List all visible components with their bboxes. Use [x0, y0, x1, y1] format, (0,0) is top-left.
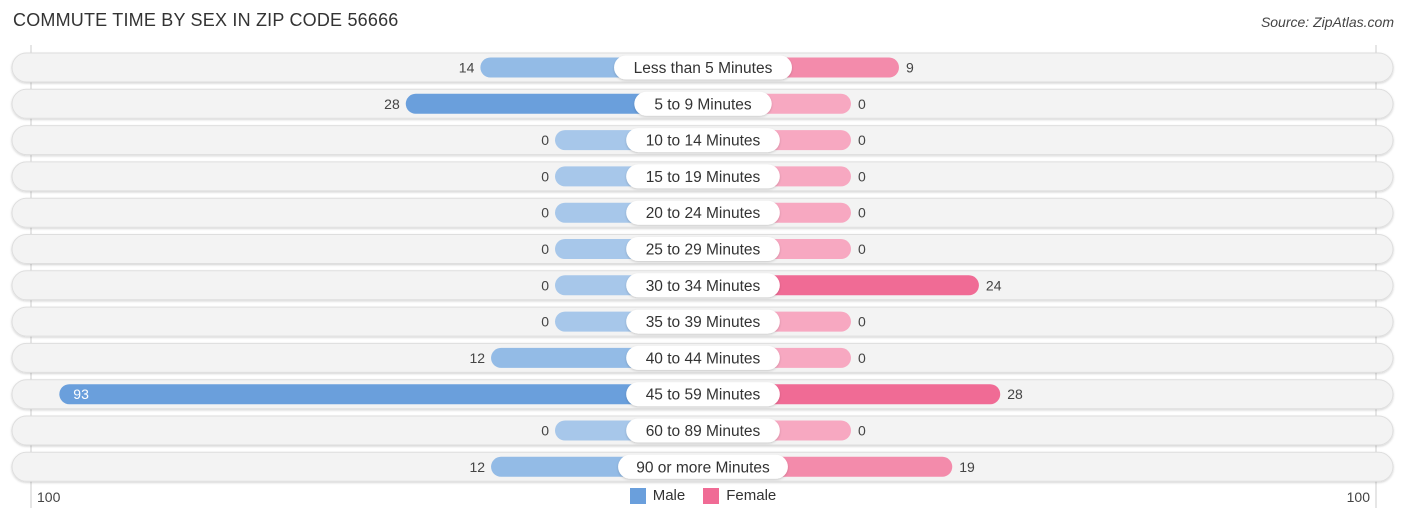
- row-9: 93 28 45 to 59 Minutes: [11, 379, 1394, 410]
- value-label-female: 0: [858, 168, 866, 184]
- category-label: 5 to 9 Minutes: [654, 96, 752, 113]
- row-5: 0 0 25 to 29 Minutes: [11, 234, 1394, 264]
- value-label-male: 12: [469, 459, 485, 475]
- category-label: 25 to 29 Minutes: [646, 242, 761, 259]
- row-0: 14 9 Less than 5 Minutes: [11, 52, 1394, 83]
- row-7: 0 0 35 to 39 Minutes: [11, 306, 1394, 337]
- value-label-female: 0: [858, 241, 866, 257]
- value-label-male: 0: [541, 241, 549, 257]
- category-label: 90 or more Minutes: [636, 459, 770, 476]
- legend-label-male: Male: [652, 487, 686, 504]
- value-label-male: 0: [541, 423, 549, 439]
- row-3: 0 0 15 to 19 Minutes: [11, 161, 1394, 192]
- value-label-female: 0: [858, 132, 866, 148]
- value-label-male: 0: [541, 168, 549, 184]
- chart-canvas: 14 9 Less than 5 Minutes 28 0 5 to 9 Minutes 0…: [11, 45, 1394, 508]
- value-label-female: 0: [858, 314, 866, 330]
- value-label-female: 0: [858, 96, 866, 112]
- value-label-female: 24: [986, 277, 1002, 293]
- value-label-female: 19: [959, 459, 975, 475]
- category-label: 10 to 14 Minutes: [646, 133, 761, 150]
- row-2: 0 0 10 to 14 Minutes: [11, 125, 1394, 156]
- value-label-female: 28: [1007, 386, 1023, 402]
- legend-swatch-female: [703, 487, 720, 504]
- value-label-male: 0: [541, 132, 549, 148]
- category-label: 30 to 34 Minutes: [646, 278, 761, 295]
- legend-item-male: Male: [629, 487, 686, 504]
- value-label-male: 0: [541, 314, 549, 330]
- legend-label-female: Female: [726, 487, 777, 504]
- category-label: 45 to 59 Minutes: [646, 387, 761, 404]
- row-11: 12 19 90 or more Minutes: [11, 451, 1394, 482]
- value-label-female: 9: [906, 60, 914, 76]
- category-label: 20 to 24 Minutes: [646, 205, 761, 222]
- row-10: 0 0 60 to 89 Minutes: [11, 415, 1394, 446]
- value-label-female: 0: [858, 205, 866, 221]
- value-label-male: 12: [469, 350, 485, 366]
- bar-male: [59, 384, 704, 405]
- legend: Male Female: [0, 487, 1406, 504]
- value-label-male: 14: [459, 60, 475, 76]
- category-label: 35 to 39 Minutes: [646, 314, 761, 331]
- value-label-male: 0: [541, 277, 549, 293]
- value-label-male: 93: [73, 386, 89, 402]
- value-label-male: 0: [541, 205, 549, 221]
- legend-swatch-male: [629, 487, 646, 504]
- value-label-female: 0: [858, 423, 866, 439]
- legend-item-female: Female: [703, 487, 776, 504]
- category-label: 15 to 19 Minutes: [646, 169, 761, 186]
- row-8: 12 0 40 to 44 Minutes: [11, 342, 1394, 373]
- value-label-female: 0: [858, 350, 866, 366]
- row-1: 28 0 5 to 9 Minutes: [11, 88, 1394, 119]
- category-label: 60 to 89 Minutes: [646, 423, 761, 440]
- value-label-male: 28: [384, 96, 400, 112]
- row-4: 0 0 20 to 24 Minutes: [11, 197, 1394, 228]
- category-label: 40 to 44 Minutes: [646, 350, 761, 367]
- row-6: 0 24 30 to 34 Minutes: [11, 270, 1394, 301]
- category-label: Less than 5 Minutes: [634, 60, 773, 77]
